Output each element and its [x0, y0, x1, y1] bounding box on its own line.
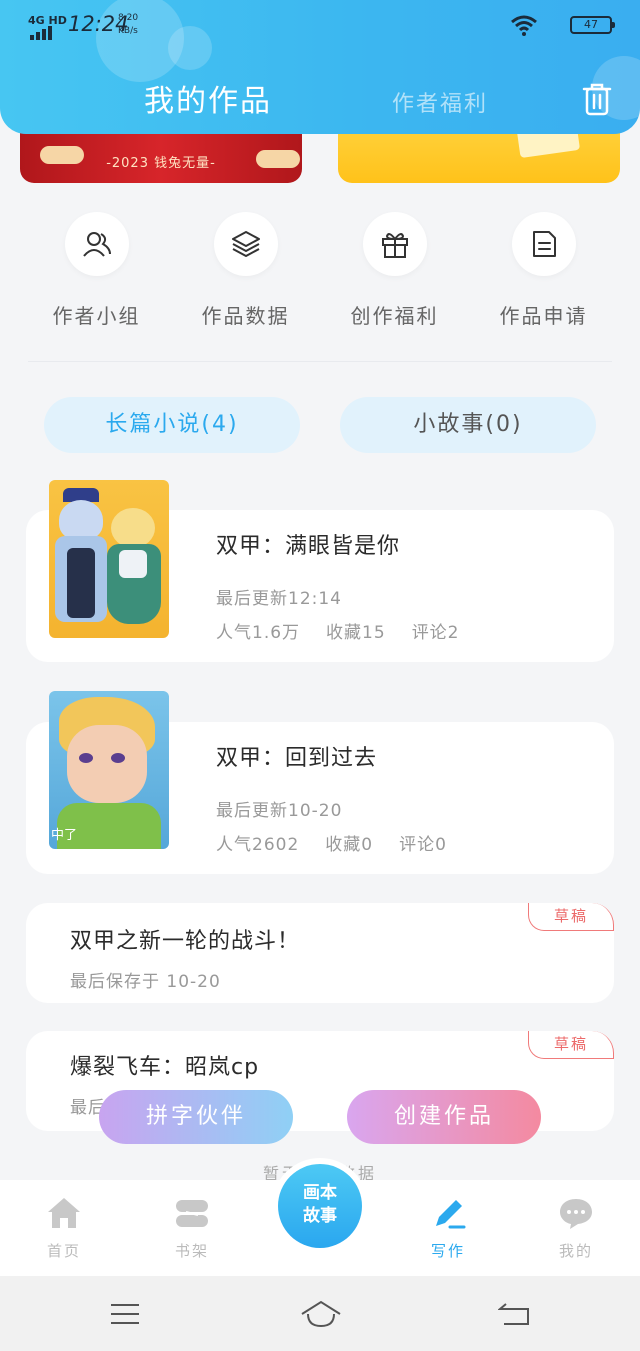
quick-link-work-application[interactable]: 作品申请: [469, 212, 618, 332]
quick-link-author-group[interactable]: 作者小组: [22, 212, 171, 332]
tab-long-novel[interactable]: 长篇小说(4): [44, 397, 300, 453]
writing-partner-button[interactable]: 拼字伙伴: [99, 1090, 293, 1144]
stat-popularity: 人气2602: [216, 835, 300, 855]
draft-card[interactable]: 草稿 双甲之新一轮的战斗！ 最后保存于 10-20: [26, 903, 614, 1003]
work-title: 双甲：回到过去: [216, 746, 378, 771]
cover-caption: 中了: [51, 828, 78, 843]
divider: [28, 361, 612, 362]
draft-title: 爆裂飞车：昭岚cp: [70, 1055, 260, 1080]
stat-popularity: 人气1.6万: [216, 623, 301, 643]
work-cover-image[interactable]: 中了: [49, 691, 169, 849]
nav-home[interactable]: 首页: [24, 1196, 104, 1261]
document-icon: [532, 231, 556, 257]
draft-badge: 草稿: [528, 1031, 614, 1059]
banner-caption: -2023 钱兔无量-: [106, 156, 216, 171]
group-icon: [82, 232, 111, 257]
work-updated: 最后更新10-20: [216, 801, 343, 821]
gift-icon: [381, 233, 408, 258]
work-stats: 人气2602 收藏0 评论0: [216, 830, 473, 855]
home-gesture-icon[interactable]: [300, 1300, 342, 1328]
work-updated: 最后更新12:14: [216, 589, 342, 609]
battery-icon: 47: [570, 16, 615, 34]
tab-author-benefits[interactable]: 作者福利: [392, 86, 488, 118]
quick-link-creation-benefits[interactable]: 创作福利: [320, 212, 469, 332]
quick-links: 作者小组 作品数据 创作福利 作品申请: [22, 212, 618, 332]
work-title: 双甲：满眼皆是你: [216, 534, 401, 559]
signal-icon: [30, 26, 58, 40]
create-work-button[interactable]: 创建作品: [347, 1090, 541, 1144]
draft-saved-time: 最后保存于 10-20: [70, 972, 221, 992]
draft-badge: 草稿: [528, 903, 614, 931]
home-icon: [48, 1198, 80, 1228]
pencil-icon: [436, 1200, 466, 1229]
bookshelf-icon: [176, 1200, 208, 1227]
stat-favorites: 收藏15: [326, 623, 386, 643]
nav-bookshelf[interactable]: 书架: [152, 1196, 232, 1261]
work-cover-image[interactable]: [49, 480, 169, 638]
wifi-icon: [511, 15, 537, 36]
top-header: 4G HD 12:24 8.20 KB/s 47 我的作品 作者福利: [0, 0, 640, 134]
layers-icon: [231, 231, 260, 257]
stat-comments: 评论2: [411, 623, 460, 643]
work-stats: 人气1.6万 收藏15 评论2: [216, 618, 486, 643]
chat-icon: [560, 1199, 592, 1229]
stat-favorites: 收藏0: [325, 835, 374, 855]
stat-comments: 评论0: [399, 835, 447, 855]
tab-my-works[interactable]: 我的作品: [144, 76, 272, 120]
picture-story-button[interactable]: 画本 故事: [272, 1158, 368, 1254]
tab-short-story[interactable]: 小故事(0): [340, 397, 596, 453]
back-icon[interactable]: [498, 1302, 530, 1326]
system-nav-bar: [0, 1276, 640, 1351]
draft-title: 双甲之新一轮的战斗！: [70, 929, 301, 954]
quick-link-work-data[interactable]: 作品数据: [171, 212, 320, 332]
menu-icon[interactable]: [110, 1302, 140, 1326]
network-speed: 8.20 KB/s: [118, 13, 139, 36]
status-bar: 4G HD 12:24 8.20 KB/s 47: [28, 12, 615, 42]
nav-writing[interactable]: 写作: [408, 1196, 488, 1261]
nav-mine[interactable]: 我的: [536, 1196, 616, 1261]
trash-icon[interactable]: [582, 82, 612, 116]
